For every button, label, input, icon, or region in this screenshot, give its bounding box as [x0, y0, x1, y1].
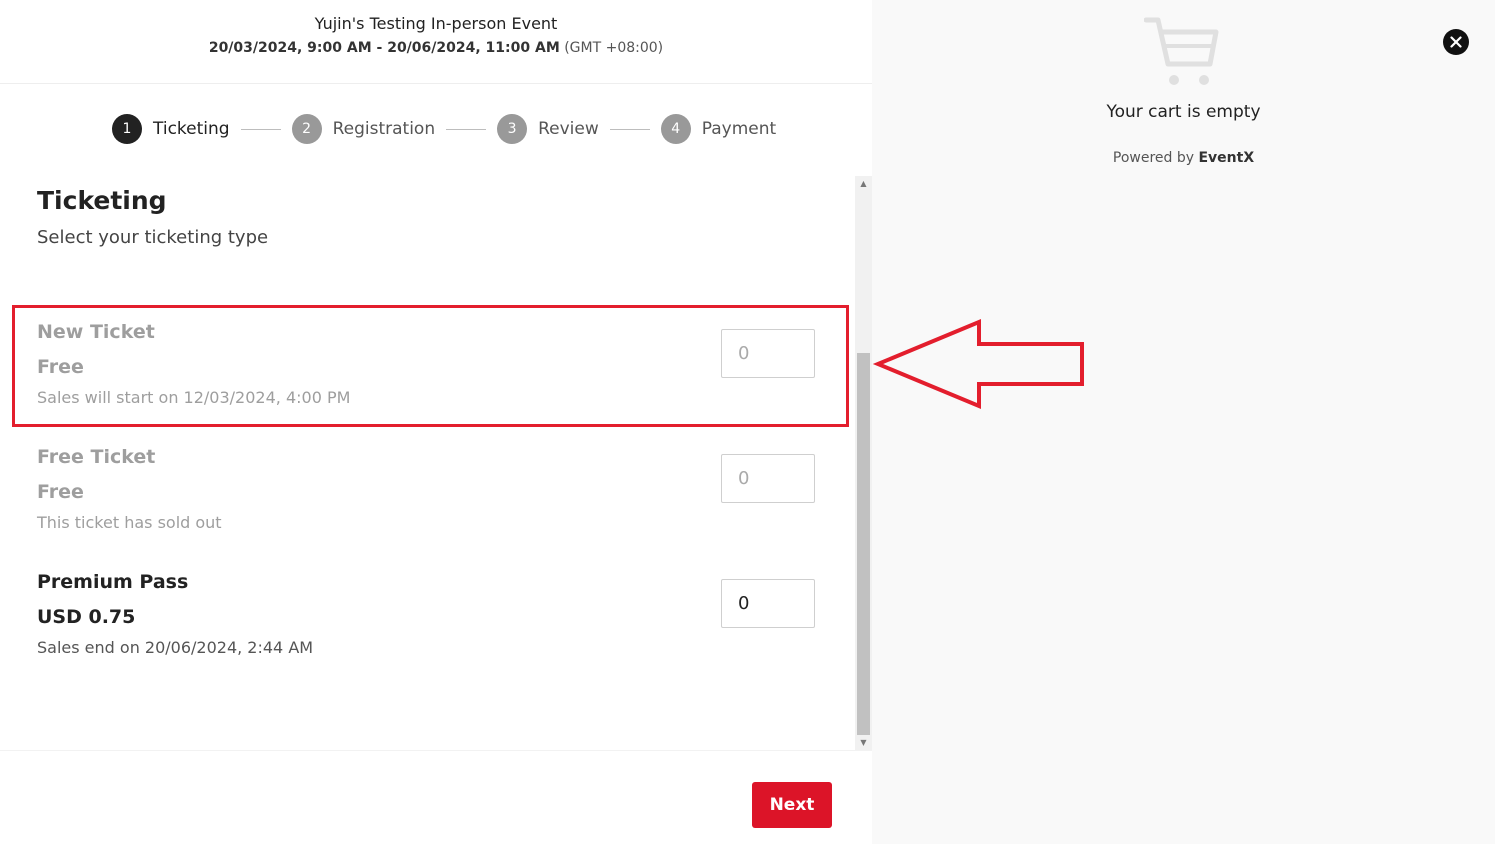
step-label: Registration	[332, 119, 436, 139]
section-title: Ticketing	[37, 186, 167, 215]
checkout-stepper: 1 Ticketing 2 Registration 3 Review 4 Pa…	[112, 114, 776, 144]
cart-icon	[1144, 17, 1219, 85]
close-button[interactable]	[1443, 29, 1469, 55]
checkout-footer: Next	[0, 750, 872, 844]
ticket-status: Sales end on 20/06/2024, 2:44 AM	[37, 638, 314, 657]
step-number: 3	[497, 114, 528, 144]
ticket-price: Free	[37, 481, 84, 503]
annotation-arrow-icon	[872, 319, 1084, 409]
step-connector	[240, 128, 281, 130]
event-timezone: (GMT +08:00)	[564, 40, 664, 56]
ticket-premium-pass: Premium Pass USD 0.75 Sales end on 20/06…	[0, 571, 855, 691]
step-number: 4	[660, 114, 691, 144]
event-header: Yujin's Testing In-person Event 20/03/20…	[0, 0, 872, 84]
cart-panel: Your cart is empty Powered by EventX	[872, 0, 1495, 844]
ticket-status: This ticket has sold out	[37, 513, 222, 532]
step-review: 3 Review	[497, 114, 599, 144]
event-dates: 20/03/2024, 9:00 AM - 20/06/2024, 11:00 …	[0, 40, 872, 56]
step-label: Review	[538, 119, 599, 139]
section-subtitle: Select your ticketing type	[37, 227, 269, 248]
ticket-selection-panel: Yujin's Testing In-person Event 20/03/20…	[0, 0, 872, 844]
powered-by-prefix: Powered by	[1112, 150, 1195, 166]
step-payment: 4 Payment	[660, 114, 777, 144]
scroll-up-arrow-icon[interactable]: ▲	[855, 176, 872, 191]
powered-by: Powered by EventX	[872, 150, 1495, 166]
step-connector	[446, 128, 487, 130]
scrollbar[interactable]: ▲ ▼	[855, 176, 872, 750]
ticket-quantity-input[interactable]	[721, 454, 815, 503]
close-icon	[1450, 36, 1462, 48]
step-connector	[609, 128, 650, 130]
next-button[interactable]: Next	[752, 782, 832, 828]
ticket-list-scroll-area: Ticketing Select your ticketing type New…	[0, 176, 872, 750]
cart-empty-text: Your cart is empty	[1106, 102, 1261, 122]
annotation-highlight-box	[12, 305, 849, 427]
ticket-free-ticket: Free Ticket Free This ticket has sold ou…	[0, 446, 855, 566]
event-date-range: 20/03/2024, 9:00 AM - 20/06/2024, 11:00 …	[208, 40, 560, 56]
ticket-name: Free Ticket	[37, 446, 156, 468]
step-number: 1	[112, 114, 142, 144]
scrollbar-thumb[interactable]	[857, 353, 870, 735]
step-number: 2	[291, 114, 322, 144]
step-ticketing: 1 Ticketing	[112, 114, 230, 144]
powered-by-brand: EventX	[1198, 150, 1255, 166]
ticket-quantity-input[interactable]	[721, 579, 815, 628]
ticket-price: USD 0.75	[37, 606, 136, 628]
ticket-name: Premium Pass	[37, 571, 189, 593]
step-label: Payment	[701, 119, 777, 139]
event-title: Yujin's Testing In-person Event	[314, 14, 558, 33]
step-registration: 2 Registration	[291, 114, 436, 144]
scroll-down-arrow-icon[interactable]: ▼	[855, 735, 872, 750]
step-label: Ticketing	[153, 119, 230, 139]
